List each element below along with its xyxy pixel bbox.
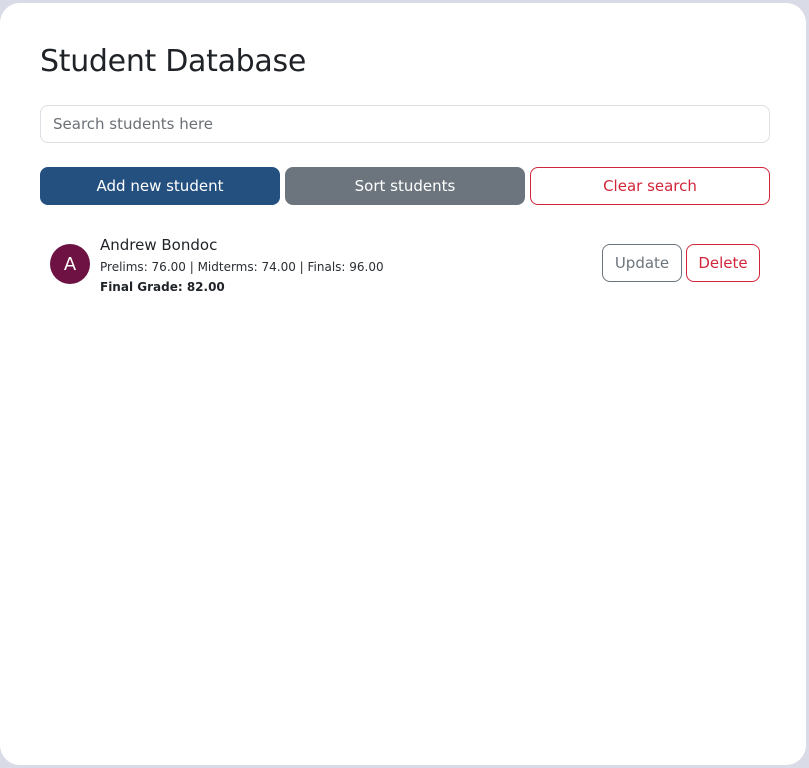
- student-scores: Prelims: 76.00 | Midterms: 74.00 | Final…: [100, 260, 384, 274]
- student-name: Andrew Bondoc: [100, 236, 218, 254]
- delete-button[interactable]: Delete: [686, 244, 760, 282]
- clear-search-button[interactable]: Clear search: [530, 167, 770, 205]
- student-final-grade: Final Grade: 82.00: [100, 280, 225, 294]
- search-input[interactable]: [40, 105, 770, 143]
- update-button[interactable]: Update: [602, 244, 682, 282]
- page-title: Student Database: [40, 44, 306, 79]
- student-list-item: A Andrew Bondoc Prelims: 76.00 | Midterm…: [40, 231, 770, 301]
- action-buttons: Add new student Sort students Clear sear…: [40, 167, 770, 205]
- sort-students-button[interactable]: Sort students: [285, 167, 525, 205]
- add-student-button[interactable]: Add new student: [40, 167, 280, 205]
- student-database-card: Student Database Add new student Sort st…: [0, 3, 806, 765]
- avatar: A: [50, 244, 90, 284]
